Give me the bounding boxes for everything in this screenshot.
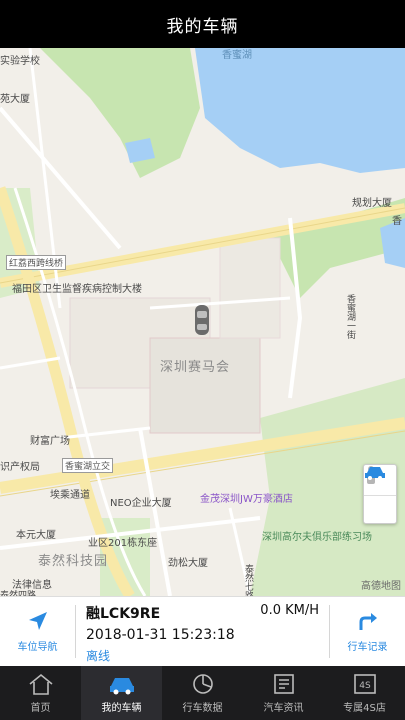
map-label-taijian: 泰然四路 [0,591,37,596]
map-label-zhichan: 识产权局 [0,462,40,473]
4s-store-icon: 4S [353,674,376,694]
map-label-xiangmi-bridge: 香蜜湖立交 [62,458,114,473]
map-label-neo: NEO企业大厦 [110,498,172,509]
nav-bar: 我的车辆 [0,0,405,48]
map-label-golf: 深圳高尔夫俱乐部练习场 [262,532,372,543]
map-label-school: 实验学校 [0,56,40,67]
map-label-xiang: 香 [392,216,402,227]
tab-4s-store-label: 专属4S店 [343,703,386,714]
speed-value: 0.0 KM/H [260,603,319,618]
navigation-arrow-icon [28,612,47,630]
timestamp: 2018-01-31 15:23:18 [86,627,235,643]
parking-navigation-label: 车位导航 [17,642,58,653]
map-label-racecourse: 深圳赛马会 [160,360,231,375]
home-icon [28,673,53,695]
map-label-caifu: 财富广场 [30,436,70,447]
tab-car-news-label: 汽车资讯 [263,703,304,714]
pie-chart-icon [192,674,213,694]
vehicle-info-panel: 车位导航 融LCK9RE 0.0 KM/H 2018-01-31 15:23:1… [0,596,405,666]
tab-bar: 首页 我的车辆 行车数据 汽车资讯 4S 专属4S店 [0,666,405,720]
map-label-lake: 香蜜湖 [222,50,252,61]
vehicle-details: 融LCK9RE 0.0 KM/H 2018-01-31 15:23:18 离线 [76,597,329,666]
map-label-taiqi: 泰然七路 [243,564,253,596]
car-icon [109,678,134,695]
page-title: 我的车辆 [166,16,239,37]
tab-home-label: 首页 [30,703,51,714]
map-label-benyuan: 本元大厦 [16,530,56,541]
tab-my-vehicle-label: 我的车辆 [101,703,142,714]
trip-record-button[interactable]: 行车记录 [330,597,405,666]
tab-car-news[interactable]: 汽车资讯 [243,666,324,720]
map-label-taikang: 泰然科技园 [38,554,109,569]
tab-4s-store[interactable]: 4S 专属4S店 [324,666,405,720]
map-label-yeqv: 业区201栋东座 [88,538,158,549]
map-label-jinsong: 劲松大厦 [168,558,208,569]
map-label-cdc: 福田区卫生监督疾病控制大楼 [12,284,142,295]
tab-home[interactable]: 首页 [0,666,81,720]
news-icon [273,674,294,694]
route-turn-icon [359,613,377,630]
status-badge: 离线 [86,649,111,663]
map-label-building-yuan: 苑大厦 [0,94,30,105]
car-location-button[interactable] [364,467,396,525]
tab-trip-data-label: 行车数据 [182,703,223,714]
map-control-panel [363,464,397,524]
car-location-icon [195,305,209,335]
car-icon [365,467,385,480]
map-label-xiangmi-rd: 香蜜湖一街 [345,294,355,339]
map-label-jinmao: 金茂深圳JW万豪酒店 [200,494,293,505]
trip-record-label: 行车记录 [347,642,388,653]
map-attribution: 高德地图 [361,581,401,592]
parking-navigation-button[interactable]: 车位导航 [0,597,75,666]
map-label-caitong: 埃乘通道 [50,490,90,501]
map-label-honglizi: 红荔西跨线桥 [6,255,67,270]
tab-trip-data[interactable]: 行车数据 [162,666,243,720]
map-view[interactable]: 实验学校 苑大厦 香蜜湖 规划大厦 香 红荔西跨线桥 福田区卫生监督疾病控制大楼… [0,48,405,596]
tab-my-vehicle[interactable]: 我的车辆 [81,666,162,720]
svg-text:4S: 4S [359,681,371,691]
map-label-guihua: 规划大厦 [352,198,392,209]
